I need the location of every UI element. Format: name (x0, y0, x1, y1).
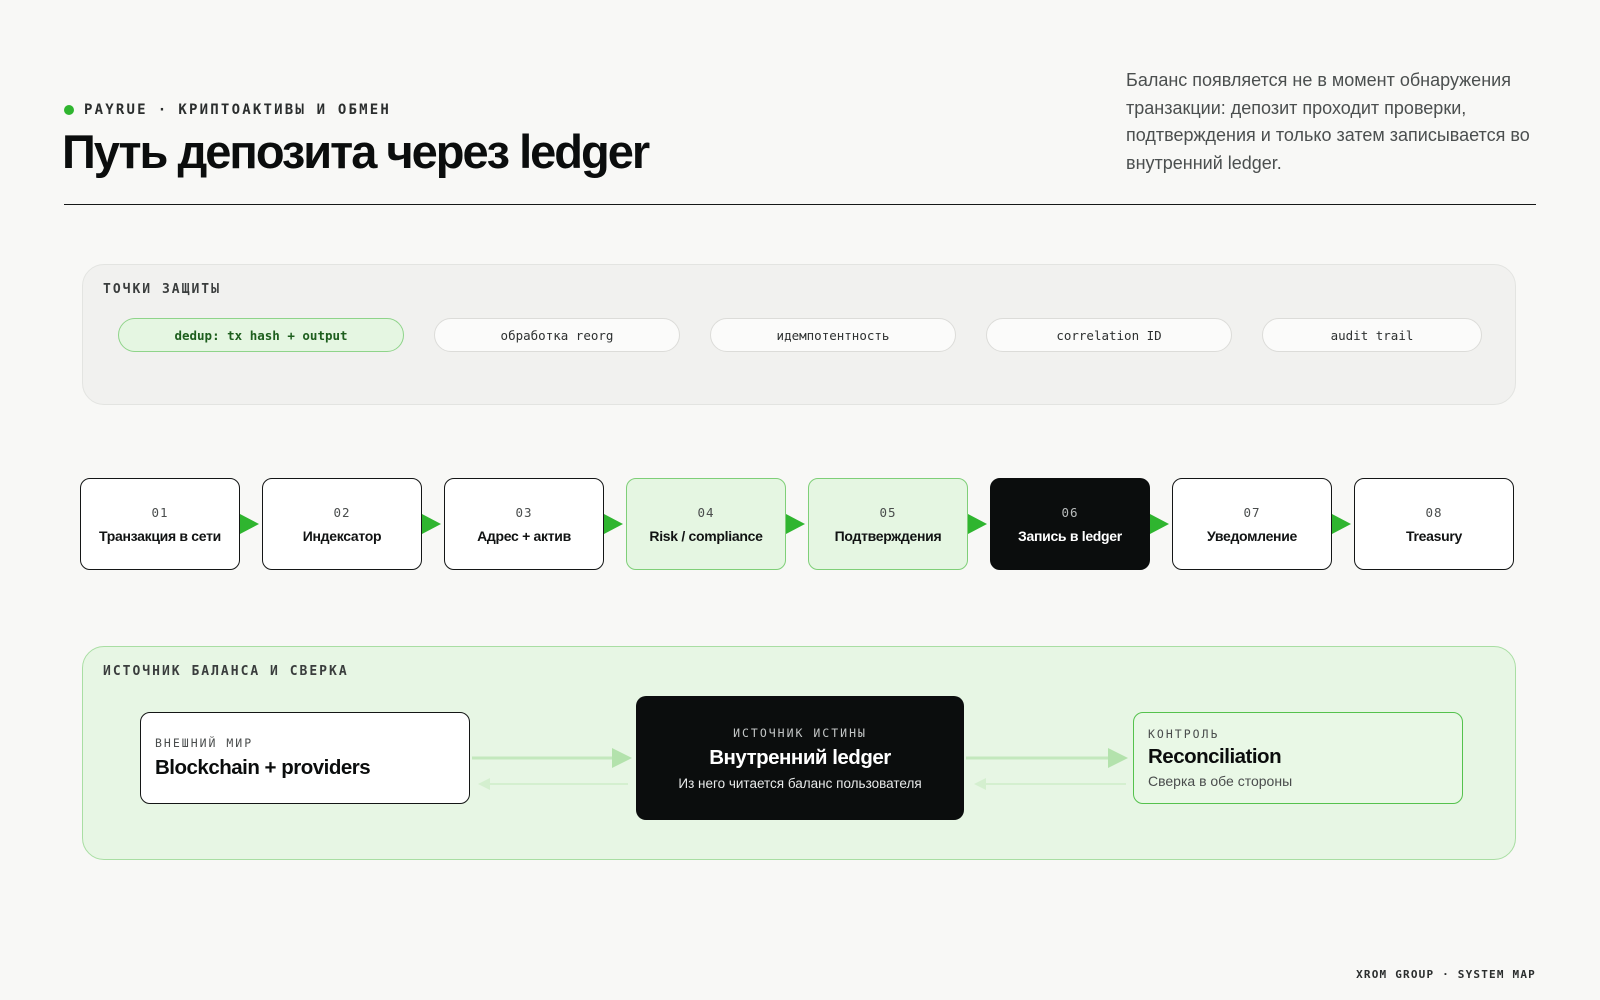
footer-caption: XROM GROUP · SYSTEM MAP (1356, 968, 1536, 981)
pipeline-step-ledger-write: 06 Запись в ledger (990, 478, 1150, 570)
protection-pill-audit-trail: audit trail (1262, 318, 1482, 352)
step-number: 06 (1061, 504, 1079, 520)
step-name: Treasury (1406, 527, 1462, 544)
eyebrow: PAYRUE · КРИПТОАКТИВЫ И ОБМЕН (64, 102, 391, 118)
pipeline-step-risk-compliance: 04 Risk / compliance (626, 478, 786, 570)
step-name: Адрес + актив (477, 527, 571, 544)
step-number: 04 (697, 504, 715, 520)
step-name: Запись в ledger (1018, 527, 1122, 544)
step-name: Подтверждения (834, 527, 942, 544)
step-number: 03 (515, 504, 533, 520)
node-title: Reconciliation (1148, 745, 1282, 768)
protection-pill-idempotency: идемпотентность (710, 318, 956, 352)
node-title: Blockchain + providers (155, 756, 371, 779)
step-name: Уведомление (1206, 527, 1298, 544)
protection-pill-dedup: dedup: tx hash + output (118, 318, 404, 352)
pipeline-step-network-tx: 01 Транзакция в сети (80, 478, 240, 570)
brand-name: PAYRUE (84, 102, 148, 118)
step-number: 08 (1425, 504, 1443, 520)
external-world-node: ВНЕШНИЙ МИР Blockchain + providers (140, 712, 470, 804)
status-dot-icon (64, 105, 74, 115)
arrow-right-icon (604, 514, 623, 534)
arrow-right-icon (1150, 514, 1169, 534)
step-name: Risk / compliance (649, 527, 763, 544)
arrow-right-icon (1332, 514, 1351, 534)
protection-pill-correlation-id: correlation ID (986, 318, 1232, 352)
step-number: 05 (879, 504, 897, 520)
step-number: 01 (151, 504, 169, 520)
page-description: Баланс появляется не в момент обнаружени… (1126, 70, 1530, 173)
pipeline-step-address-asset: 03 Адрес + актив (444, 478, 604, 570)
node-subtitle: Из него читается баланс пользователя (678, 775, 922, 791)
arrow-right-icon (786, 514, 805, 534)
protection-pill-reorg: обработка reorg (434, 318, 680, 352)
eyebrow-separator: · (157, 102, 169, 118)
step-number: 07 (1243, 504, 1261, 520)
arrow-right-icon (968, 514, 987, 534)
protection-panel-label: ТОЧКИ ЗАЩИТЫ (103, 282, 221, 297)
reconciliation-node: КОНТРОЛЬ Reconciliation Сверка в обе сто… (1133, 712, 1463, 804)
node-kicker: КОНТРОЛЬ (1148, 727, 1220, 741)
step-number: 02 (333, 504, 351, 520)
balance-panel-label: ИСТОЧНИК БАЛАНСА И СВЕРКА (103, 664, 349, 679)
node-kicker: ВНЕШНИЙ МИР (155, 736, 254, 750)
header-divider (64, 204, 1536, 205)
arrow-right-icon (240, 514, 259, 534)
arrow-right-icon (422, 514, 441, 534)
internal-ledger-node: ИСТОЧНИК ИСТИНЫ Внутренний ledger Из нег… (636, 696, 964, 820)
pipeline-step-confirmations: 05 Подтверждения (808, 478, 968, 570)
step-name: Индексатор (302, 527, 382, 544)
node-title: Внутренний ledger (709, 745, 891, 769)
pipeline-step-treasury: 08 Treasury (1354, 478, 1514, 570)
page-title: Путь депозита через ledger (62, 125, 650, 178)
node-subtitle: Сверка в обе стороны (1148, 773, 1293, 789)
pipeline-step-notification: 07 Уведомление (1172, 478, 1332, 570)
node-kicker: ИСТОЧНИК ИСТИНЫ (733, 725, 867, 740)
step-name: Транзакция в сети (99, 527, 221, 544)
section-name: КРИПТОАКТИВЫ И ОБМЕН (178, 102, 391, 118)
pipeline-step-indexer: 02 Индексатор (262, 478, 422, 570)
